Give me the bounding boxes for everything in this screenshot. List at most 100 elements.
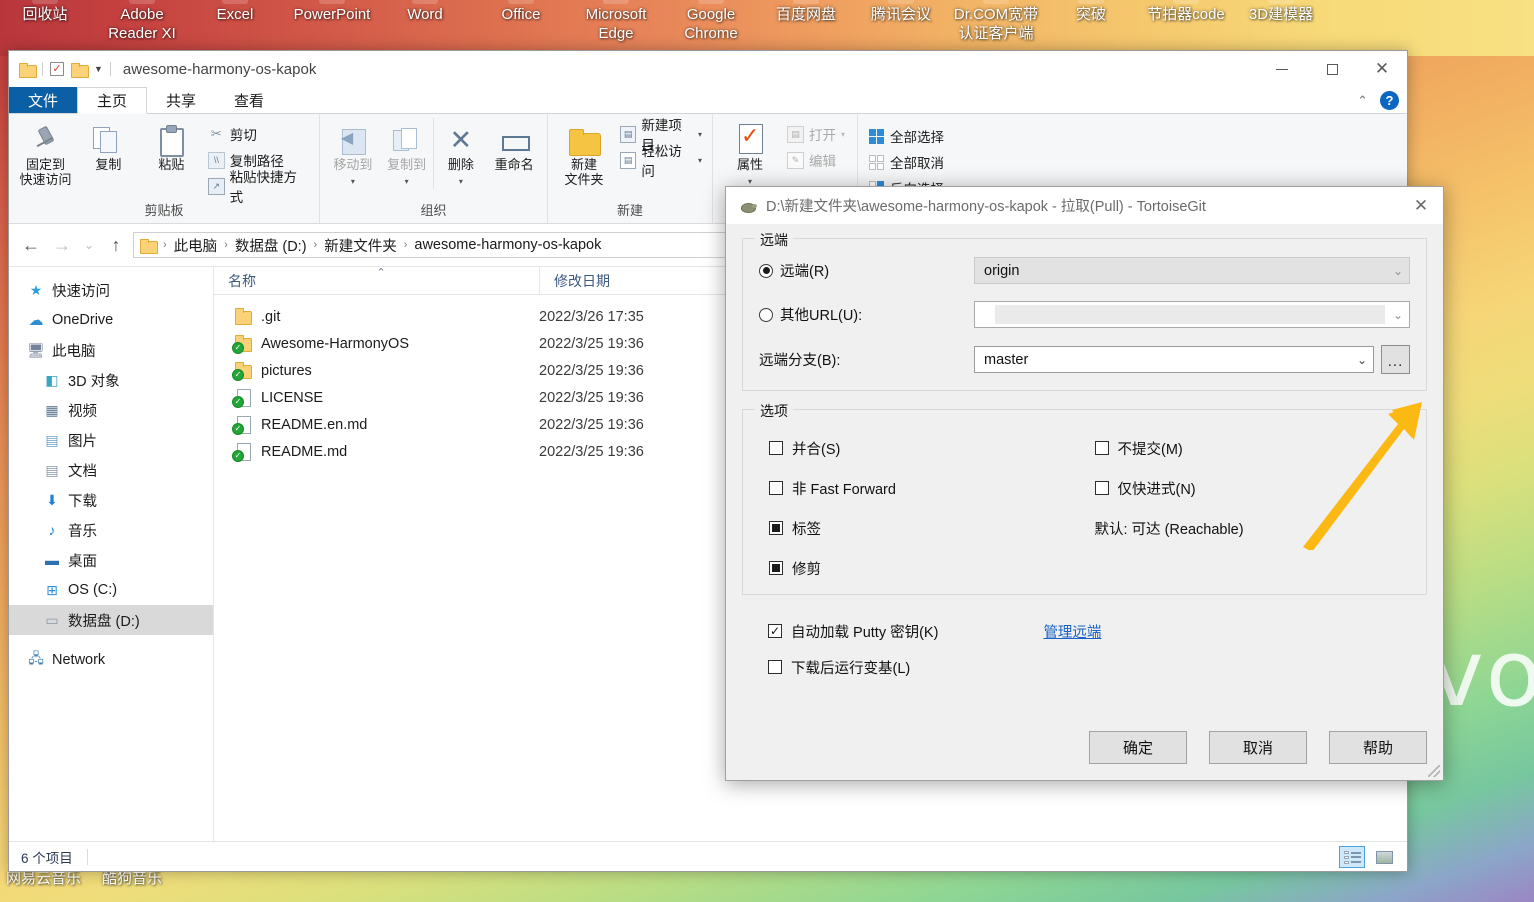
document-icon: ✓ <box>232 416 252 435</box>
option-autoload-putty-key[interactable]: 自动加载 Putty 密钥(K) <box>758 611 938 651</box>
select-none-button[interactable]: 全部取消 <box>864 150 948 174</box>
sidebar-item-network[interactable]: 🖧 Network <box>9 645 213 675</box>
other-url-value <box>995 305 1385 324</box>
sidebar-item-quick-access[interactable]: ★ 快速访问 <box>9 275 213 305</box>
tab-share[interactable]: 共享 <box>147 87 215 113</box>
option-no-fast-forward[interactable]: 非 Fast Forward <box>759 468 1085 508</box>
sidebar-item-pictures[interactable]: ▤ 图片 <box>9 425 213 455</box>
sidebar-item-os-drive[interactable]: ⊞ OS (C:) <box>9 575 213 605</box>
breadcrumb-item-new-folder[interactable]: 新建文件夹 <box>321 235 400 256</box>
file-name-cell: .git <box>214 308 539 325</box>
breadcrumb-item-current[interactable]: awesome-harmony-os-kapok <box>411 237 604 253</box>
option-rebase-after-fetch[interactable]: 下载后运行变基(L) <box>758 647 910 687</box>
collapse-ribbon-icon[interactable]: ⌃ <box>1357 93 1368 109</box>
large-icons-view-button[interactable] <box>1371 846 1397 868</box>
explorer-title-bar[interactable]: ✓ ▼ awesome-harmony-os-kapok ✕ <box>9 51 1407 87</box>
properties-qat-icon[interactable]: ✓ <box>50 62 64 76</box>
browse-button[interactable]: ... <box>1381 345 1410 374</box>
manage-remotes-link[interactable]: 管理远端 <box>1043 621 1101 642</box>
sidebar-item-data-drive[interactable]: ▭ 数据盘 (D:) <box>9 605 213 635</box>
copy-button[interactable]: 复制 <box>78 118 139 172</box>
option-prune[interactable]: 修剪 <box>759 548 1085 588</box>
file-date-cell: 2022/3/25 19:36 <box>539 416 644 433</box>
checkbox-unchecked-icon <box>769 441 783 455</box>
checkbox-unchecked-icon <box>768 660 782 674</box>
remote-radio[interactable]: 远端(R) <box>759 260 974 281</box>
tab-view[interactable]: 查看 <box>215 87 283 113</box>
remote-select[interactable]: origin ⌄ <box>974 257 1410 284</box>
remote-branch-select[interactable]: master ⌄ <box>974 346 1374 373</box>
sort-ascending-icon: ⌃ <box>376 267 386 279</box>
chevron-down-icon: ▾ <box>350 177 355 186</box>
forward-button[interactable]: → <box>48 231 76 259</box>
breadcrumb-item-drive-d[interactable]: 数据盘 (D:) <box>232 235 310 256</box>
chevron-down-icon[interactable]: ▼ <box>94 64 103 74</box>
3d-modeler-icon <box>1268 0 1294 4</box>
other-url-input[interactable]: ⌄ <box>974 301 1410 328</box>
minimize-button[interactable] <box>1257 51 1307 87</box>
sidebar-item-videos[interactable]: ▦ 视频 <box>9 395 213 425</box>
properties-button[interactable]: 属性 ▾ <box>719 118 781 189</box>
sidebar-item-downloads[interactable]: ⬇ 下载 <box>9 485 213 515</box>
help-button[interactable]: 帮助 <box>1329 731 1427 764</box>
putty-row: 自动加载 Putty 密钥(K) 管理远端 <box>758 613 1411 649</box>
close-button[interactable]: ✕ <box>1357 51 1407 87</box>
dialog-title-bar[interactable]: D:\新建文件夹\awesome-harmony-os-kapok - 拉取(P… <box>726 187 1443 224</box>
sidebar-item-onedrive[interactable]: ☁ OneDrive <box>9 305 213 335</box>
tab-file[interactable]: 文件 <box>9 87 78 113</box>
option-tags[interactable]: 标签 <box>759 508 1085 548</box>
move-to-button[interactable]: 移动到 ▾ <box>326 118 380 189</box>
pin-to-quick-access-button[interactable]: 固定到 快速访问 <box>15 118 76 187</box>
cut-button[interactable]: ✂ 剪切 <box>204 122 313 146</box>
recent-locations-button[interactable]: ⌄ <box>79 231 99 259</box>
paste-shortcut-button[interactable]: ↗ 粘贴快捷方式 <box>204 170 313 205</box>
quick-access-toolbar[interactable]: ✓ ▼ <box>19 62 111 78</box>
star-icon: ★ <box>29 281 43 298</box>
group-label-organize: 组织 <box>420 203 447 218</box>
other-url-radio[interactable]: 其他URL(U): <box>759 304 974 325</box>
sidebar-item-3d-objects[interactable]: ◧ 3D 对象 <box>9 365 213 395</box>
edit-button[interactable]: ✎ 编辑 <box>783 148 849 172</box>
sidebar-item-music[interactable]: ♪ 音乐 <box>9 515 213 545</box>
breadcrumb-separator: › <box>224 239 228 251</box>
sidebar-item-desktop[interactable]: ▬ 桌面 <box>9 545 213 575</box>
maximize-button[interactable] <box>1307 51 1357 87</box>
open-button[interactable]: ▤ 打开 ▾ <box>783 122 849 146</box>
tab-home[interactable]: 主页 <box>77 87 148 114</box>
cancel-button[interactable]: 取消 <box>1209 731 1307 764</box>
copy-to-button[interactable]: 复制到 ▾ <box>380 118 434 189</box>
option-ff-only[interactable]: 仅快进式(N) <box>1085 468 1411 508</box>
chevron-down-icon: ⌄ <box>1392 263 1403 278</box>
ok-button[interactable]: 确定 <box>1089 731 1187 764</box>
view-mode-buttons <box>1339 846 1397 868</box>
desktop-icon-3d-modeler[interactable]: 3D建模器 <box>1221 0 1341 24</box>
delete-icon: ✕ <box>449 125 473 156</box>
breadcrumb-item-this-pc[interactable]: 此电脑 <box>171 235 221 256</box>
scissors-icon: ✂ <box>210 126 222 141</box>
help-icon[interactable]: ? <box>1380 91 1399 110</box>
remote-branch-row: 远端分支(B): master ⌄ ... <box>759 345 1410 374</box>
up-button[interactable]: ↑ <box>102 231 130 259</box>
new-folder-button[interactable]: 新建 文件夹 <box>554 118 614 187</box>
sidebar-item-documents[interactable]: ▤ 文档 <box>9 455 213 485</box>
select-all-button[interactable]: 全部选择 <box>864 124 948 148</box>
easy-access-button[interactable]: ▤ 轻松访问 ▾ <box>616 144 706 179</box>
back-button[interactable]: ← <box>17 231 45 259</box>
new-folder-qat-icon[interactable] <box>71 62 89 78</box>
option-squash[interactable]: 并合(S) <box>759 428 1085 468</box>
delete-button[interactable]: ✕ 删除 ▾ <box>433 118 487 189</box>
file-name-cell: ✓ Awesome-HarmonyOS <box>214 335 539 354</box>
dialog-close-button[interactable]: ✕ <box>1399 187 1443 224</box>
open-icon: ▤ <box>787 125 804 143</box>
resize-grip[interactable] <box>1428 765 1440 777</box>
tortoisegit-pull-dialog: D:\新建文件夹\awesome-harmony-os-kapok - 拉取(P… <box>725 186 1444 781</box>
column-header-date-modified[interactable]: 修改日期 <box>539 267 739 294</box>
details-view-button[interactable] <box>1339 846 1365 868</box>
paste-button[interactable]: 粘贴 <box>141 118 202 172</box>
option-no-commit[interactable]: 不提交(M) <box>1085 428 1411 468</box>
column-header-name[interactable]: ⌃ 名称 <box>214 267 539 294</box>
rename-button[interactable]: 重命名 <box>487 118 541 172</box>
ribbon-group-new: 新建 文件夹 ▤ 新建项目 ▾ ▤ 轻松访问 ▾ 新建 <box>547 114 712 223</box>
sidebar-item-this-pc[interactable]: 🖥 此电脑 <box>9 335 213 365</box>
dialog-title-text: D:\新建文件夹\awesome-harmony-os-kapok - 拉取(P… <box>766 199 1206 215</box>
